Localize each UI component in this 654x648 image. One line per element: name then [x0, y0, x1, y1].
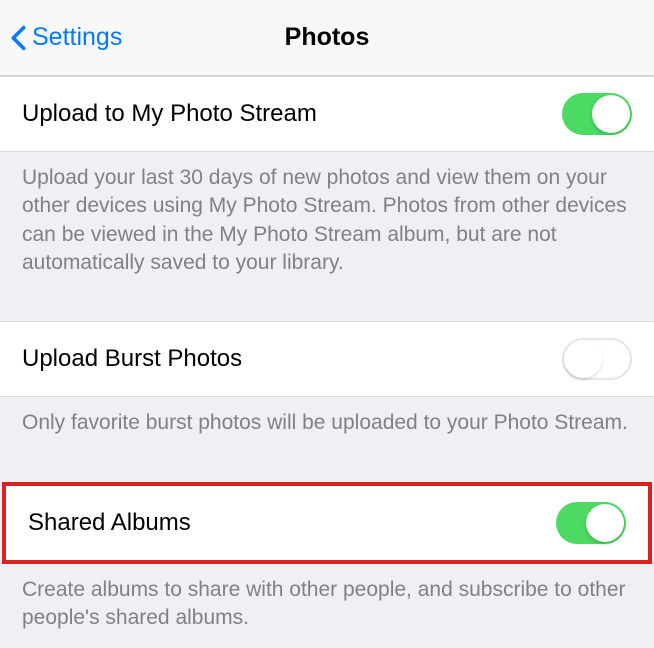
shared-albums-toggle[interactable]	[556, 502, 626, 544]
photo-stream-description: Upload your last 30 days of new photos a…	[0, 152, 654, 293]
burst-description: Only favorite burst photos will be uploa…	[0, 397, 654, 453]
back-button[interactable]: Settings	[10, 23, 122, 52]
burst-toggle[interactable]	[562, 338, 632, 380]
spacer	[0, 293, 654, 321]
back-label: Settings	[32, 23, 122, 52]
photo-stream-label: Upload to My Photo Stream	[22, 100, 317, 128]
page-title: Photos	[285, 23, 370, 52]
toggle-knob	[592, 95, 630, 133]
burst-label: Upload Burst Photos	[22, 345, 242, 373]
burst-row: Upload Burst Photos	[0, 321, 654, 397]
shared-albums-label: Shared Albums	[28, 509, 191, 537]
chevron-left-icon	[10, 25, 27, 51]
toggle-knob	[564, 340, 602, 378]
photo-stream-toggle[interactable]	[562, 93, 632, 135]
header: Settings Photos	[0, 0, 654, 76]
shared-albums-highlight: Shared Albums	[2, 482, 652, 564]
toggle-knob	[586, 504, 624, 542]
photo-stream-row: Upload to My Photo Stream	[0, 76, 654, 152]
shared-albums-description: Create albums to share with other people…	[0, 564, 654, 648]
shared-albums-row: Shared Albums	[6, 486, 648, 560]
spacer	[0, 454, 654, 482]
